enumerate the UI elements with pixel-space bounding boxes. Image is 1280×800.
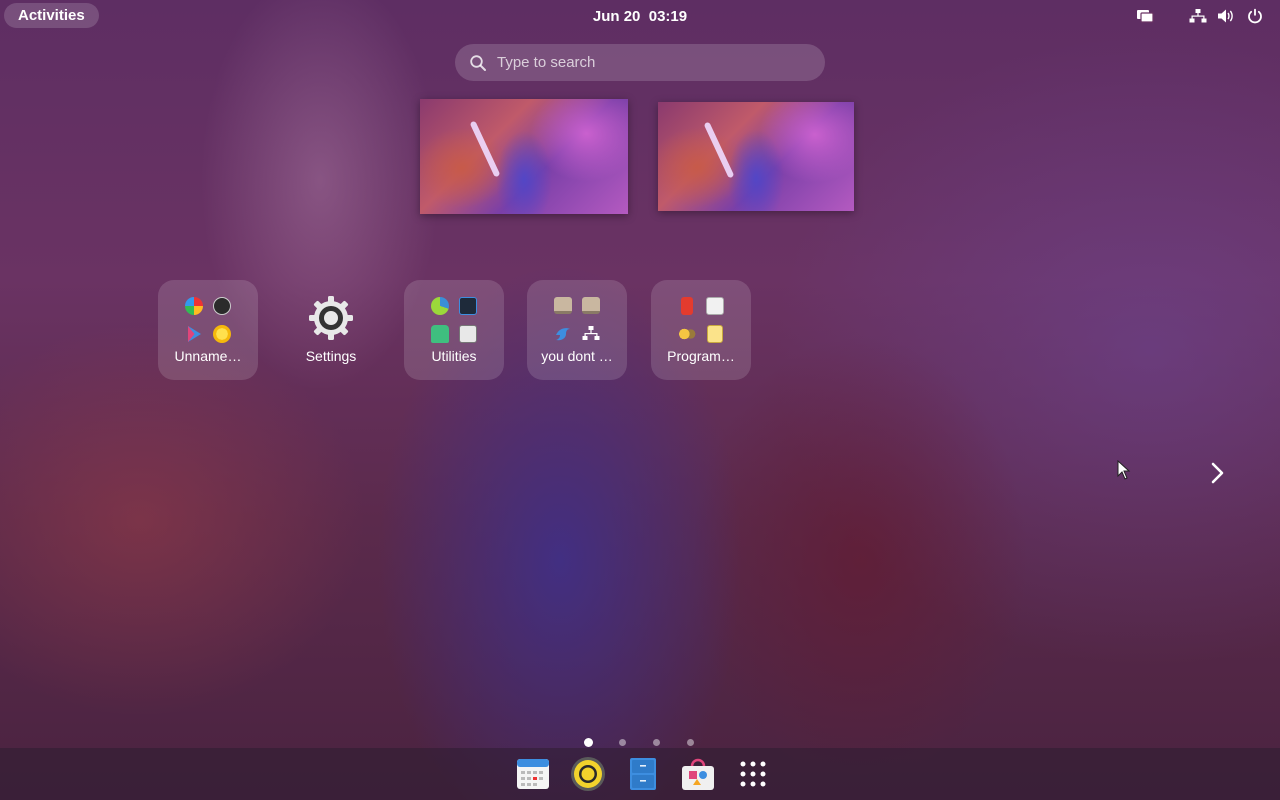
clock-time: 03:19 [648, 7, 688, 25]
photo-icon [678, 325, 696, 343]
workspace-thumbnail-2[interactable] [658, 102, 854, 211]
clock-date: Jun 20 [592, 7, 641, 25]
volume-icon[interactable] [1217, 7, 1235, 25]
app-settings[interactable]: Settings [281, 280, 381, 380]
app-label: Program… [667, 348, 735, 364]
weather-icon [213, 325, 231, 343]
app-folder-unnamed[interactable]: Unname… [158, 280, 258, 380]
app-folder-utilities[interactable]: Utilities [404, 280, 504, 380]
activities-label: Activities [18, 7, 85, 24]
app-folder-you-dont[interactable]: you dont … [527, 280, 627, 380]
play-icon [185, 325, 203, 343]
document-viewer-icon [459, 325, 477, 343]
desktop-overview: Activities Jun 20 03:19 Type to search U… [0, 0, 1280, 800]
app-label: Unname… [174, 348, 242, 364]
search-bar[interactable] [455, 44, 825, 81]
terminal-icon [582, 297, 600, 314]
app-folder-programming[interactable]: Program… [651, 280, 751, 380]
rhythmbox-icon[interactable] [570, 756, 606, 792]
software-store-icon[interactable] [680, 756, 716, 792]
clock-icon [213, 297, 231, 315]
clock-button[interactable]: Jun 20 03:19 [560, 0, 720, 32]
notes-icon [707, 325, 723, 343]
search-icon [470, 54, 486, 71]
top-bar: Activities Jun 20 03:19 [0, 0, 1280, 32]
gear-icon [309, 296, 353, 340]
app-label: Settings [305, 348, 357, 364]
office-icon [681, 297, 693, 315]
page-indicator-3[interactable] [653, 739, 660, 746]
calculator-icon [706, 297, 724, 315]
power-icon[interactable] [1246, 7, 1264, 25]
workspace-thumbnail-1[interactable] [420, 99, 628, 214]
network-icon [582, 325, 600, 343]
app-label: you dont … [541, 348, 613, 364]
terminal-icon [554, 297, 572, 314]
screenshot-icon [459, 297, 477, 315]
page-indicator-1[interactable] [584, 738, 593, 747]
activities-button[interactable]: Activities [4, 3, 99, 28]
mouse-cursor-icon [1117, 460, 1131, 480]
search-input[interactable] [495, 53, 799, 72]
app-grid-icon[interactable] [735, 756, 771, 792]
display-icon[interactable] [1136, 7, 1154, 25]
color-wheel-icon [185, 297, 203, 315]
dash-dock [0, 748, 1280, 800]
disk-usage-icon [431, 297, 449, 315]
next-page-chevron-icon[interactable] [1206, 460, 1230, 486]
calendar-icon[interactable] [515, 756, 551, 792]
file-cabinet-icon[interactable] [625, 756, 661, 792]
network-icon[interactable] [1189, 7, 1207, 25]
page-indicator-4[interactable] [687, 739, 694, 746]
bird-icon [554, 325, 572, 343]
page-indicator-2[interactable] [619, 739, 626, 746]
android-icon [431, 325, 449, 343]
app-label: Utilities [431, 348, 477, 364]
